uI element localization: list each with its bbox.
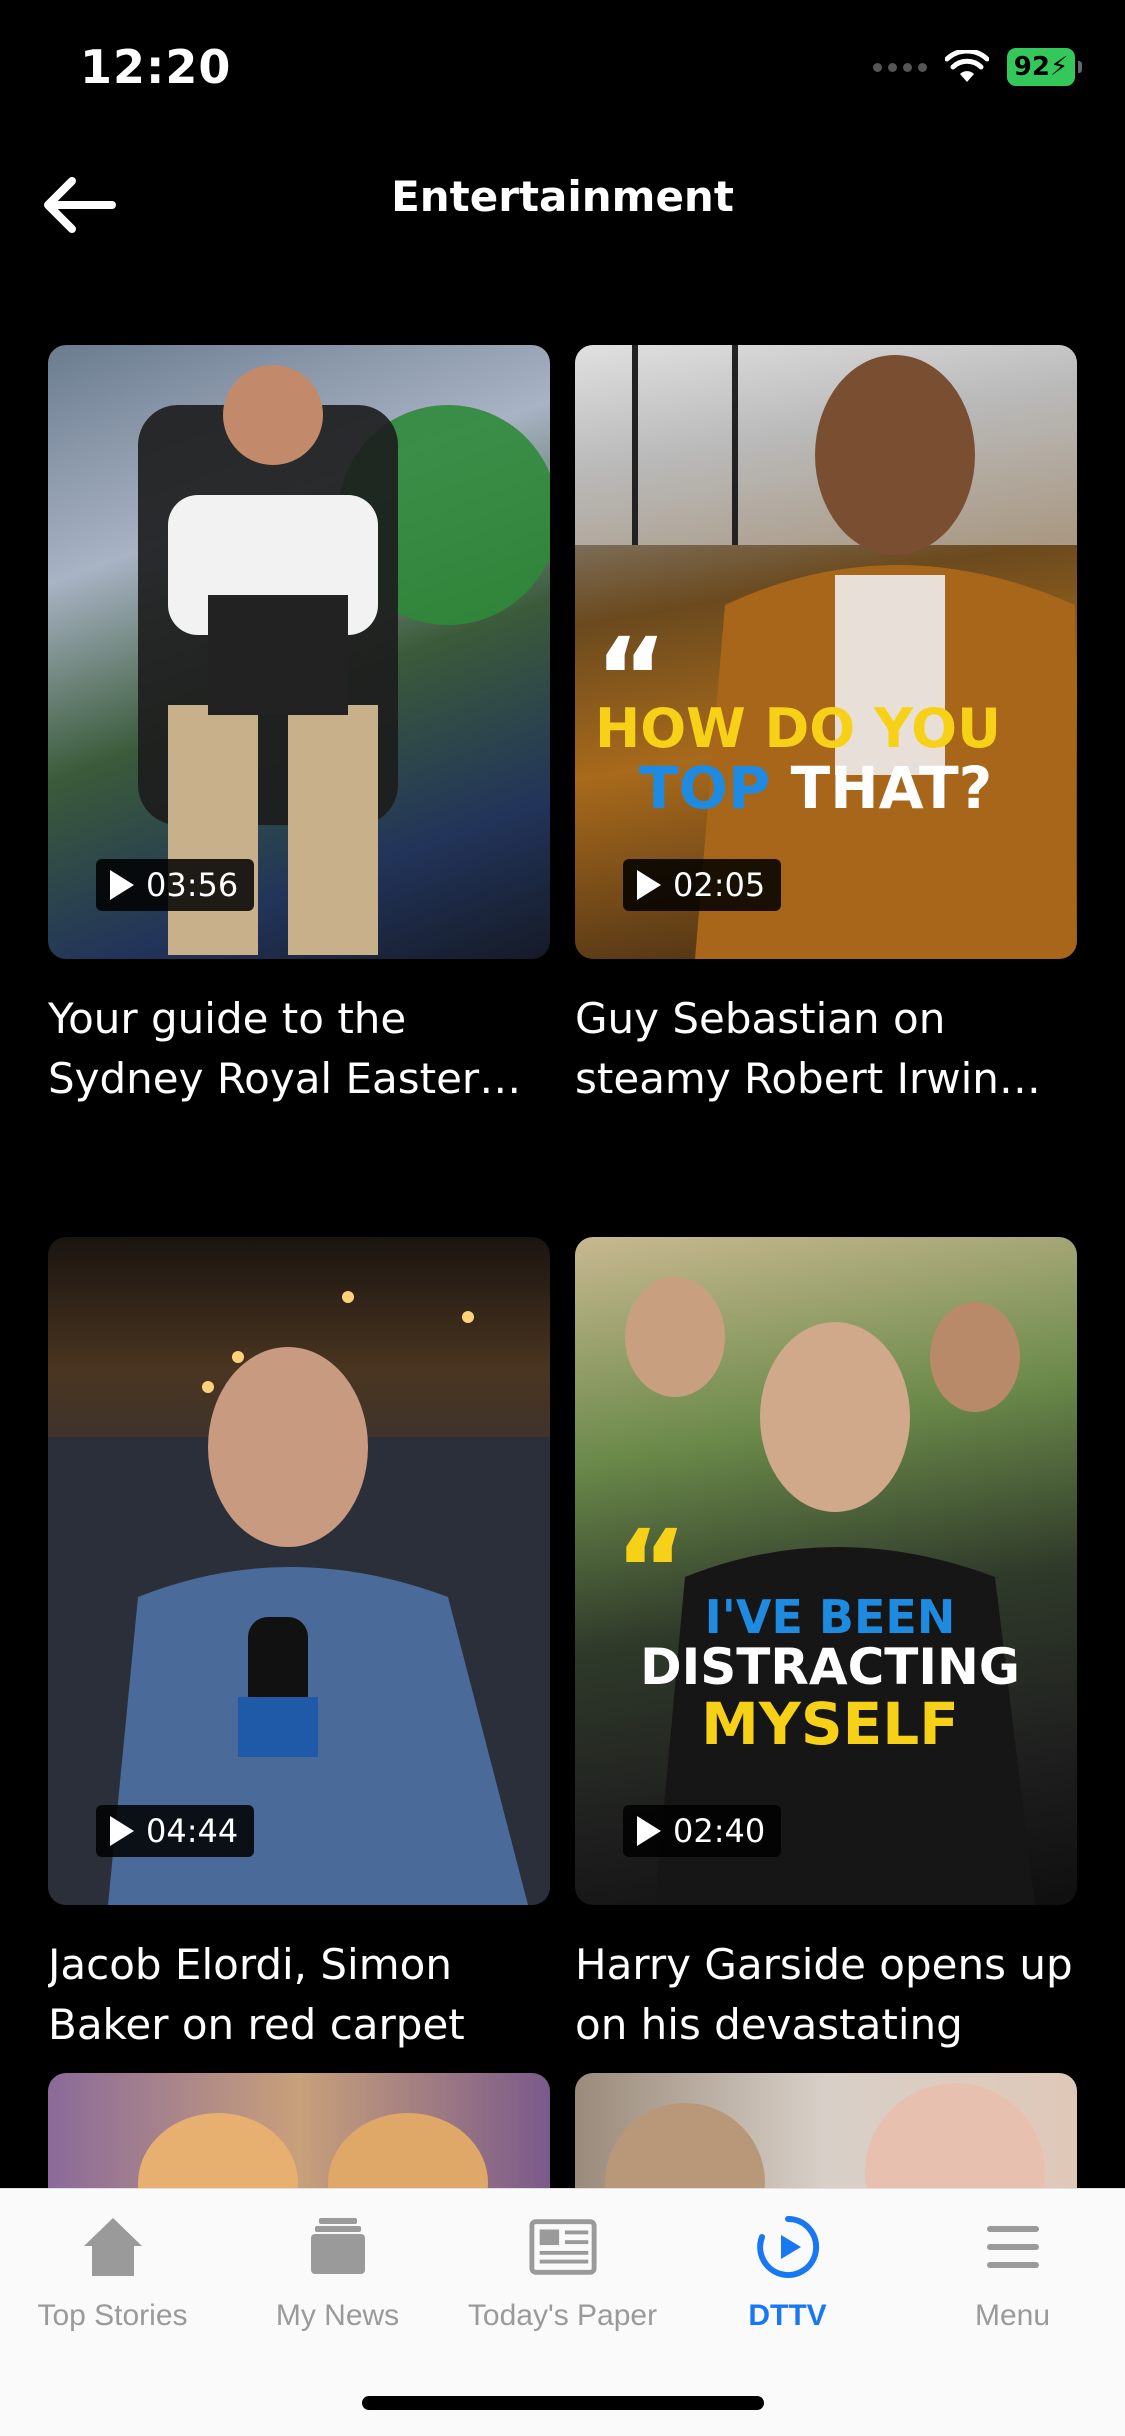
overlay-line: DISTRACTING [640, 1638, 1020, 1697]
video-duration-badge: 03:56 [96, 859, 255, 911]
video-thumbnail[interactable]: 03:56 [48, 345, 550, 959]
tab-label: Top Stories [37, 2299, 188, 2332]
play-icon [637, 870, 661, 900]
play-circle-icon [753, 2209, 823, 2285]
tab-top-stories[interactable]: Top Stories [0, 2209, 225, 2333]
video-duration: 03:56 [146, 866, 239, 904]
overlay-line: TOP [639, 753, 771, 822]
video-title[interactable]: Jacob Elordi, Simon Baker on red carpet [48, 1935, 550, 2055]
tab-label: Menu [974, 2299, 1051, 2332]
video-card[interactable]: 04:44 Jacob Elordi, Simon Baker on red c… [48, 1237, 550, 2129]
battery-icon: 92 ⚡ [1007, 48, 1082, 86]
video-card[interactable]: “ I'VE BEEN DISTRACTING MYSELF 02:40 Har… [575, 1237, 1077, 2129]
newspaper-icon [528, 2209, 598, 2285]
video-title[interactable]: Guy Sebastian on steamy Robert Irwin dan… [575, 989, 1077, 1109]
video-duration-badge: 02:40 [623, 1805, 782, 1857]
tab-dttv[interactable]: DTTV [675, 2209, 900, 2333]
quote-icon: “ [595, 614, 668, 742]
video-title[interactable]: Harry Garside opens up on his devastatin… [575, 1935, 1077, 2055]
video-duration: 04:44 [146, 1812, 239, 1850]
header: Entertainment [0, 140, 1125, 260]
quote-overlay: “ I'VE BEEN DISTRACTING MYSELF [595, 1506, 1065, 1758]
overlay-line: MYSELF [701, 1689, 959, 1758]
quote-icon: “ [615, 1506, 688, 1634]
video-card[interactable]: “ HOW DO YOU TOP THAT? 02:05 Guy Sebasti… [575, 345, 1077, 1237]
video-duration-badge: 02:05 [623, 859, 782, 911]
video-thumbnail[interactable] [575, 2073, 1077, 2193]
play-icon [110, 870, 134, 900]
video-duration-badge: 04:44 [96, 1805, 255, 1857]
cellular-signal-icon [873, 62, 927, 72]
home-icon [78, 2209, 148, 2285]
page-title: Entertainment [391, 172, 734, 221]
overlay-line: THAT? [790, 753, 993, 822]
video-card[interactable]: 03:56 Your guide to the Sydney Royal Eas… [48, 345, 550, 1237]
thumbnail-image [138, 2113, 488, 2193]
tab-label: DTTV [748, 2299, 827, 2332]
video-thumbnail[interactable]: 04:44 [48, 1237, 550, 1905]
play-icon [110, 1816, 134, 1846]
tab-label: Today's Paper [467, 2299, 658, 2332]
tab-label: My News [275, 2299, 400, 2332]
stack-icon [303, 2209, 373, 2285]
status-icons: 92 ⚡ [873, 48, 1082, 86]
overlay-line: HOW DO YOU [595, 697, 1001, 760]
video-thumbnail[interactable] [48, 2073, 550, 2193]
video-duration: 02:40 [673, 1812, 766, 1850]
wifi-icon [945, 50, 989, 82]
quote-overlay: “ HOW DO YOU TOP THAT? [595, 614, 1065, 822]
tab-menu[interactable]: Menu [900, 2209, 1125, 2333]
hamburger-icon [978, 2209, 1048, 2285]
video-duration: 02:05 [673, 866, 766, 904]
video-thumbnail[interactable]: “ I'VE BEEN DISTRACTING MYSELF 02:40 [575, 1237, 1077, 1905]
video-grid: 03:56 Your guide to the Sydney Royal Eas… [48, 345, 1077, 2213]
thumbnail-image [605, 2083, 1045, 2193]
status-time: 12:20 [80, 40, 232, 94]
status-bar: 12:20 92 ⚡ [0, 0, 1125, 140]
play-icon [637, 1816, 661, 1846]
tab-todays-paper[interactable]: Today's Paper [450, 2209, 675, 2333]
battery-level: 92 [1013, 52, 1050, 82]
home-indicator[interactable] [362, 2396, 764, 2410]
video-title[interactable]: Your guide to the Sydney Royal Easter Sh… [48, 989, 550, 1109]
tab-my-news[interactable]: My News [225, 2209, 450, 2333]
video-thumbnail[interactable]: “ HOW DO YOU TOP THAT? 02:05 [575, 345, 1077, 959]
